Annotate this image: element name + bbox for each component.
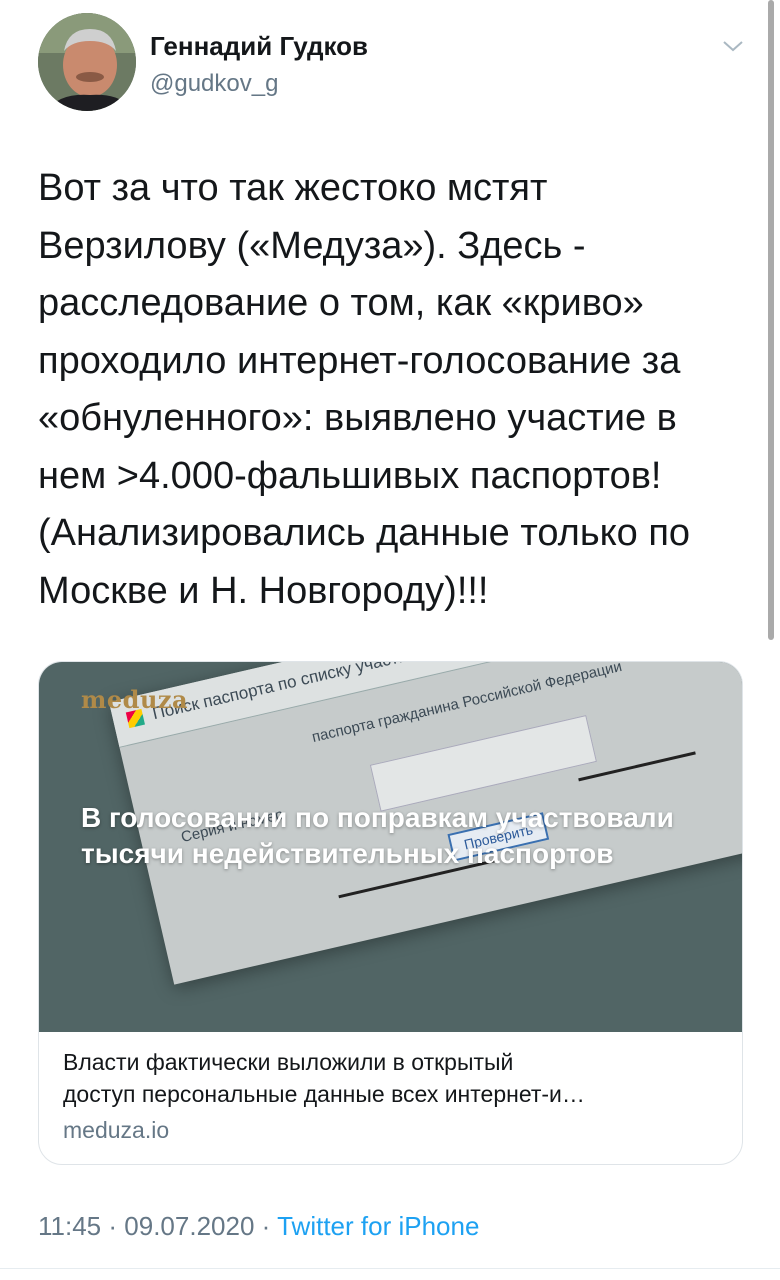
meduza-logo: meduza [81, 685, 189, 714]
card-description-line: доступ персональные данные всех интернет… [63, 1081, 585, 1107]
tweet-source-link[interactable]: Twitter for iPhone [277, 1211, 479, 1241]
link-card[interactable]: Поиск паспорта по списку участн... паспо… [38, 661, 743, 1165]
author-name[interactable]: Геннадий Гудков [150, 31, 368, 62]
card-image[interactable]: Поиск паспорта по списку участн... паспо… [39, 662, 742, 1032]
card-description: Власти фактически выложили в открытый до… [63, 1046, 723, 1110]
author-avatar[interactable] [38, 13, 136, 111]
tweet-text: Вот за что так жестоко мстят Верзилову (… [38, 167, 691, 612]
chevron-down-icon[interactable] [720, 36, 746, 56]
author-handle[interactable]: @gudkov_g [150, 70, 278, 98]
form-field [369, 714, 597, 812]
tweet-date: 09.07.2020 [124, 1211, 255, 1241]
divider [0, 1268, 780, 1269]
scrollbar[interactable] [768, 0, 774, 640]
card-headline: В голосовании по поправкам участвовали т… [81, 802, 674, 869]
underline-mark [578, 751, 696, 782]
tweet-time: 11:45 [38, 1211, 102, 1241]
card-domain: meduza.io [63, 1117, 170, 1143]
tweet-meta: 11:45 · 09.07.2020 · Twitter for iPhone [38, 1211, 479, 1242]
meta-separator: · [108, 1211, 118, 1241]
card-description-line: Власти фактически выложили в открытый [63, 1049, 514, 1075]
meta-separator: · [261, 1211, 271, 1241]
